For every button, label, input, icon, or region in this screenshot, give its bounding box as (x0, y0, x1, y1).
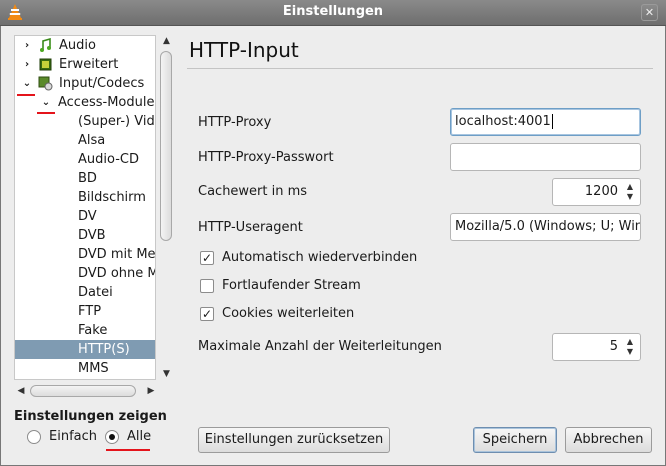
checkbox-checked-icon[interactable]: ✓ (200, 307, 214, 321)
cache-label: Cachewert in ms (198, 184, 308, 199)
tree-item-label: BD (78, 171, 97, 186)
scrollbar-thumb[interactable] (160, 51, 172, 241)
close-button[interactable]: ✕ (641, 4, 658, 21)
collapse-arrow-icon[interactable]: ⌄ (41, 93, 51, 112)
tree-item[interactable]: DVD mit Menüs (15, 245, 156, 264)
radio-alle[interactable]: Alle (105, 429, 165, 445)
tree-item[interactable]: Audio-CD (15, 150, 155, 169)
cache-spinbox[interactable]: 1200 ▲ ▼ (552, 178, 641, 206)
collapse-arrow-icon[interactable]: ⌄ (22, 74, 32, 93)
show-settings-title: Einstellungen zeigen (14, 409, 167, 424)
tree-vertical-scrollbar[interactable]: ▲ ▼ (158, 35, 175, 380)
tree-item[interactable]: Bildschirm (15, 188, 155, 207)
spin-arrows-icon[interactable]: ▲ ▼ (624, 337, 636, 357)
tree-item-selected[interactable]: HTTP(S) (15, 340, 155, 359)
title-bar: Einstellungen ✕ (0, 0, 666, 26)
tree-item[interactable]: DVD ohne Menüs (15, 264, 155, 283)
radio-button[interactable] (105, 430, 119, 444)
radio-label: Alle (127, 429, 152, 444)
expand-arrow-icon[interactable]: › (22, 36, 32, 55)
checkbox-checked-icon[interactable]: ✓ (200, 251, 214, 265)
tree-item-audio[interactable]: › Audio (15, 36, 155, 55)
max-redirects-value: 5 (609, 339, 618, 354)
scroll-down-icon[interactable]: ▼ (160, 368, 173, 380)
scroll-left-icon[interactable]: ◀ (16, 385, 26, 397)
tree-item[interactable]: MMS (15, 359, 155, 378)
http-proxy-password-label: HTTP-Proxy-Passwort (198, 150, 334, 165)
annotation-underline (17, 94, 35, 96)
tree-item-label: Erweitert (59, 57, 119, 72)
tree-item-label: DVB (78, 228, 106, 243)
http-proxy-input[interactable]: localhost:4001 (450, 108, 641, 136)
radio-label: Einfach (49, 429, 97, 444)
http-proxy-label: HTTP-Proxy (198, 115, 272, 130)
useragent-input[interactable]: Mozilla/5.0 (Windows; U; Wind (450, 213, 641, 241)
category-tree[interactable]: › Audio › Erweitert ⌄ Input/Codecs ⌄ Acc… (14, 35, 156, 380)
checkbox-unchecked-icon[interactable] (200, 279, 214, 293)
input-codecs-icon (38, 76, 53, 91)
reset-button[interactable]: Einstellungen zurücksetzen (198, 427, 390, 453)
tree-item-label: Audio-CD (78, 152, 139, 167)
tree-item-label: FTP (78, 304, 102, 319)
max-redirects-label: Maximale Anzahl der Weiterleitungen (198, 339, 442, 354)
tree-item-label: Alsa (78, 133, 106, 148)
tree-item[interactable]: DVB (15, 226, 155, 245)
http-proxy-password-input[interactable] (450, 143, 641, 171)
scroll-right-icon[interactable]: ▶ (146, 385, 156, 397)
radio-button[interactable] (27, 430, 41, 444)
page-title: HTTP-Input (189, 38, 299, 62)
annotation-underline (106, 449, 150, 451)
music-note-icon (40, 38, 51, 52)
tree-item-label: Datei (78, 285, 113, 300)
checkbox-label: Fortlaufender Stream (222, 278, 361, 293)
save-button[interactable]: Speichern (473, 427, 557, 453)
tree-item-label: Bildschirm (78, 190, 146, 205)
cache-value: 1200 (584, 184, 618, 199)
radio-einfach[interactable]: Einfach (27, 429, 107, 445)
tree-item-label: Fake (78, 323, 108, 338)
checkbox-label: Cookies weiterleiten (222, 306, 355, 321)
max-redirects-spinbox[interactable]: 5 ▲ ▼ (552, 333, 641, 361)
tree-item[interactable]: Alsa (15, 131, 155, 150)
window-title: Einstellungen (282, 4, 384, 19)
chip-icon (39, 58, 52, 71)
tree-horizontal-scrollbar[interactable]: ◀ ▶ (14, 383, 156, 399)
tree-item-label: DV (78, 209, 97, 224)
tree-item-erweitert[interactable]: › Erweitert (15, 55, 155, 74)
tree-item-label: HTTP(S) (78, 342, 130, 357)
tree-item-label: Audio (59, 38, 96, 53)
tree-item[interactable]: (Super-) Video CD (15, 112, 155, 131)
text-caret (551, 114, 553, 129)
expand-arrow-icon[interactable]: › (22, 55, 32, 74)
http-proxy-value: localhost:4001 (455, 114, 551, 129)
cancel-button[interactable]: Abbrechen (565, 427, 652, 453)
tree-item[interactable]: BD (15, 169, 155, 188)
scroll-up-icon[interactable]: ▲ (160, 35, 173, 47)
checkbox-label: Automatisch wiederverbinden (222, 250, 418, 265)
tree-item-label: Input/Codecs (59, 76, 145, 91)
annotation-underline (37, 112, 55, 114)
tree-item[interactable]: FTP (15, 302, 155, 321)
tree-item-label: DVD ohne Menüs (78, 266, 155, 281)
scrollbar-thumb[interactable] (30, 385, 136, 397)
tree-item-label: MMS (78, 361, 109, 376)
spin-arrows-icon[interactable]: ▲ ▼ (624, 182, 636, 202)
tree-item-label: DVD mit Menüs (78, 247, 156, 262)
useragent-value: Mozilla/5.0 (Windows; U; Wind (455, 219, 641, 234)
tree-item[interactable]: DV (15, 207, 155, 226)
tree-item-label: Access-Module (58, 95, 155, 110)
tree-item-input-codecs[interactable]: ⌄ Input/Codecs (15, 74, 155, 93)
useragent-label: HTTP-Useragent (198, 220, 303, 235)
tree-item[interactable]: Fake (15, 321, 155, 340)
tree-item-access-module[interactable]: ⌄ Access-Module (15, 93, 155, 112)
tree-item[interactable]: Datei (15, 283, 155, 302)
divider (187, 68, 653, 69)
tree-item-label: (Super-) Video CD (78, 114, 155, 129)
close-icon: ✕ (644, 6, 655, 19)
